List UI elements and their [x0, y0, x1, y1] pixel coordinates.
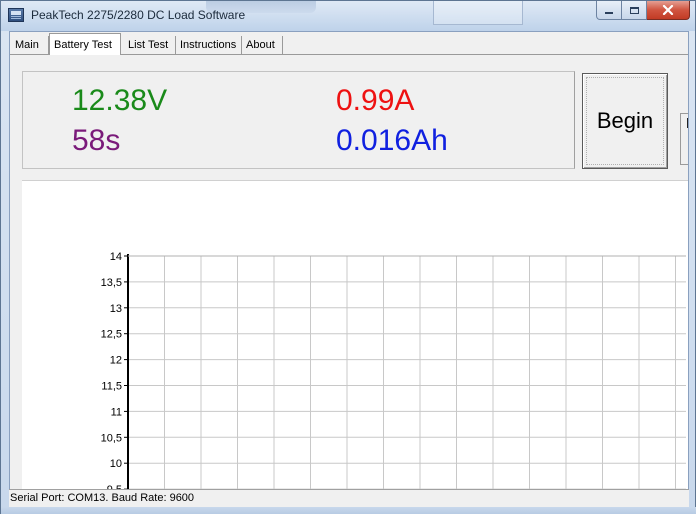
title-bar[interactable]: PeakTech 2275/2280 DC Load Software — [1, 1, 695, 31]
y-tick-label: 11 — [111, 406, 122, 418]
tab-about[interactable]: About — [242, 36, 283, 54]
y-tick-label: 12 — [110, 355, 122, 367]
app-icon[interactable] — [8, 8, 24, 22]
y-tick-label: 12,5 — [101, 329, 122, 341]
begin-button[interactable]: Begin — [582, 73, 668, 169]
focus-rect — [586, 77, 664, 165]
voltage-readout: 12.38V — [72, 84, 168, 117]
maximize-icon — [629, 6, 639, 14]
side-button[interactable] — [680, 113, 688, 165]
status-text: Serial Port: COM13. Baud Rate: 9600 — [10, 492, 195, 504]
readout-panel: 12.38V 0.99A 58s 0.016Ah — [22, 71, 575, 169]
y-tick-label: 10,5 — [101, 432, 122, 444]
voltage-chart: 1413,51312,51211,51110,5109,59 — [101, 251, 686, 497]
window-title: PeakTech 2275/2280 DC Load Software — [31, 8, 246, 22]
tab-label: About — [246, 39, 275, 51]
close-button[interactable] — [647, 1, 690, 20]
minimize-button[interactable] — [596, 1, 622, 20]
chart-panel: 1413,51312,51211,51110,5109,59 — [22, 180, 688, 497]
tab-label: Main — [15, 39, 39, 51]
app-window: PeakTech 2275/2280 DC Load Software Main… — [0, 0, 696, 514]
y-tick-label: 10 — [110, 458, 122, 470]
battery-test-page: 12.38V 0.99A 58s 0.016Ah Begin 14 13,5 13 1… — [10, 55, 688, 497]
tab-battery-test[interactable]: Battery Test — [49, 33, 121, 55]
y-tick-label: 14 — [110, 251, 122, 263]
close-icon — [662, 5, 674, 15]
caption-buttons — [596, 1, 690, 21]
tab-label: Instructions — [180, 39, 237, 51]
current-readout: 0.99A — [336, 84, 415, 117]
tab-label: List Test — [128, 39, 169, 51]
window-bottom-border — [1, 507, 696, 514]
minimize-icon — [605, 11, 613, 14]
maximize-button[interactable] — [622, 1, 647, 20]
status-bar: Serial Port: COM13. Baud Rate: 9600 — [9, 489, 689, 507]
y-tick-label: 13,5 — [101, 277, 122, 289]
y-tick-label: 13 — [110, 303, 122, 315]
tab-label: Battery Test — [54, 38, 112, 51]
title-bar-reflection-box — [433, 1, 523, 25]
tab-instructions[interactable]: Instructions — [176, 36, 242, 54]
elapsed-time-readout: 58s — [72, 124, 121, 157]
tab-main[interactable]: Main — [11, 36, 49, 54]
tab-list-test[interactable]: List Test — [124, 36, 176, 54]
client-area: Main Battery Test List Test Instructions… — [9, 31, 689, 507]
capacity-readout: 0.016Ah — [336, 124, 448, 157]
y-tick-label: 11,5 — [101, 381, 122, 393]
tab-strip: Main Battery Test List Test Instructions… — [10, 32, 688, 56]
